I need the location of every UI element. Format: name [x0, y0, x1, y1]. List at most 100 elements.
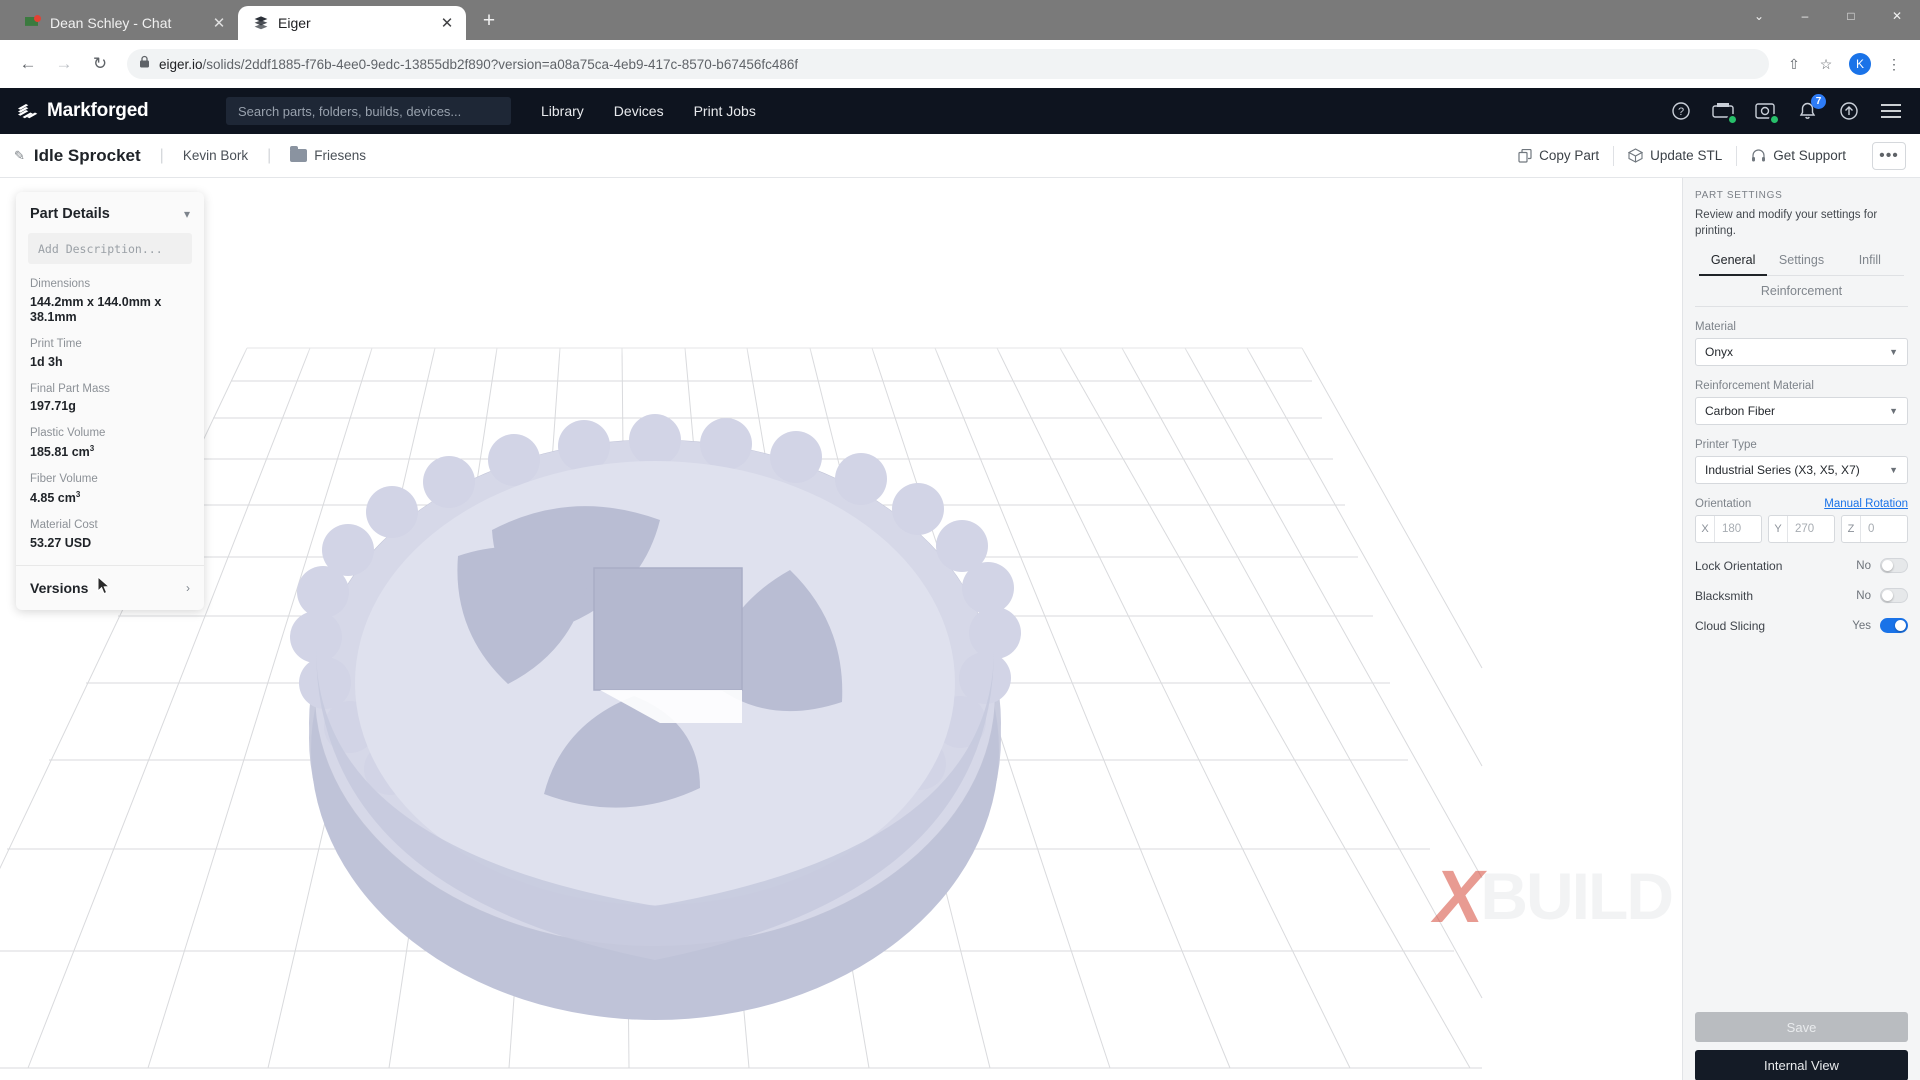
settings-footer: Save Internal View Print	[1683, 1012, 1920, 1080]
toggle-lock-orientation: Lock Orientation No	[1695, 558, 1908, 574]
share-icon[interactable]: ⇧	[1780, 50, 1808, 78]
tab-close-icon[interactable]: ✕	[438, 14, 456, 32]
metric-material-cost: Material Cost 53.27 USD	[30, 519, 190, 551]
get-support-button[interactable]: Get Support	[1737, 141, 1860, 171]
back-button[interactable]: ←	[12, 48, 44, 80]
reload-button[interactable]: ↻	[84, 48, 116, 80]
new-tab-button[interactable]: +	[472, 4, 506, 38]
printer-status-icon[interactable]	[1710, 98, 1738, 125]
settings-panel-title: PART SETTINGS	[1695, 190, 1783, 201]
close-window-button[interactable]: ✕	[1874, 0, 1920, 32]
description-field[interactable]: Add Description...	[28, 233, 192, 264]
tab-general[interactable]: General	[1699, 253, 1768, 277]
tab-close-icon[interactable]: ✕	[210, 14, 228, 32]
markforged-logo[interactable]: Markforged	[16, 100, 226, 122]
eiger-favicon	[252, 15, 269, 32]
folder-link[interactable]: Friesens	[290, 146, 367, 163]
bookmark-star-icon[interactable]: ☆	[1812, 50, 1840, 78]
chevron-down-icon[interactable]: ▾	[184, 207, 190, 221]
minimize-button[interactable]: –	[1782, 0, 1828, 32]
copy-icon	[1518, 148, 1532, 163]
printer-type-select[interactable]: Industrial Series (X3, X5, X7) ▼	[1695, 456, 1908, 485]
app-header: Markforged Library Devices Print Jobs ? …	[0, 88, 1920, 134]
more-options-button[interactable]: •••	[1872, 141, 1906, 170]
folder-name: Friesens	[314, 148, 367, 163]
headset-icon	[1751, 148, 1766, 163]
bell-icon[interactable]: 7	[1794, 94, 1826, 124]
chevron-right-icon[interactable]: ›	[186, 581, 190, 595]
hamburger-menu-icon[interactable]	[1878, 98, 1904, 124]
part-toolbar: ✎ Idle Sprocket | Kevin Bork | Friesens …	[0, 134, 1920, 178]
upload-icon[interactable]	[1836, 98, 1862, 124]
nav-item-library[interactable]: Library	[541, 103, 584, 119]
tab-settings[interactable]: Settings	[1767, 253, 1836, 277]
metric-fiber-volume: Fiber Volume 4.85 cm3	[30, 473, 190, 506]
header-actions: ? 7	[1668, 94, 1904, 125]
browser-tab-chat[interactable]: Dean Schley - Chat ✕	[10, 6, 238, 40]
search-input[interactable]	[238, 103, 499, 119]
orientation-y-input[interactable]: Y 270	[1768, 515, 1835, 544]
save-button[interactable]: Save	[1695, 1012, 1908, 1042]
field-label: Reinforcement Material	[1695, 380, 1814, 393]
metric-label: Material Cost	[30, 519, 98, 532]
part-details-panel: Part Details ▾ Add Description... Dimens…	[16, 192, 204, 611]
copy-part-button[interactable]: Copy Part	[1504, 141, 1613, 171]
manual-rotation-link[interactable]: Manual Rotation	[1824, 498, 1908, 510]
metric-value: 144.2mm x 144.0mm x 38.1mm	[30, 294, 162, 324]
extensions-chevron-icon[interactable]: ⌄	[1736, 0, 1782, 32]
blacksmith-switch[interactable]	[1880, 588, 1908, 604]
maximize-button[interactable]: □	[1828, 0, 1874, 32]
cube-icon	[1628, 148, 1644, 163]
metric-final-part-mass: Final Part Mass 197.71g	[30, 383, 190, 415]
toggle-label: Lock Orientation	[1695, 558, 1783, 573]
material-status-icon[interactable]	[1752, 98, 1780, 125]
tab-reinforcement[interactable]: Reinforcement	[1761, 284, 1842, 298]
field-printer-type: Printer Type Industrial Series (X3, X5, …	[1695, 439, 1908, 485]
breadcrumb-divider: |	[159, 146, 164, 164]
profile-avatar[interactable]: K	[1849, 53, 1871, 75]
tab-infill[interactable]: Infill	[1835, 253, 1904, 277]
description-placeholder: Add Description...	[38, 241, 163, 256]
chevron-down-icon: ▼	[1889, 347, 1898, 358]
toggle-label: Blacksmith	[1695, 588, 1754, 603]
nav-item-devices[interactable]: Devices	[614, 103, 664, 119]
part-details-header[interactable]: Part Details ▾	[16, 192, 204, 233]
axis-value: 180	[1722, 523, 1742, 536]
orientation-z-input[interactable]: Z 0	[1841, 515, 1908, 544]
metric-label: Dimensions	[30, 278, 91, 290]
metric-print-time: Print Time 1d 3h	[30, 338, 190, 370]
metric-value: 1d 3h	[30, 354, 63, 369]
metric-value: 53.27 USD	[30, 536, 92, 551]
global-search[interactable]	[226, 97, 511, 125]
address-bar[interactable]: eiger.io/solids/2ddf1885-f76b-4ee0-9edc-…	[127, 49, 1769, 79]
toggle-blacksmith: Blacksmith No	[1695, 588, 1908, 604]
toggle-cloud-slicing: Cloud Slicing Yes	[1695, 618, 1908, 634]
main-area: Part Details ▾ Add Description... Dimens…	[0, 178, 1920, 1080]
model-viewport[interactable]: Part Details ▾ Add Description... Dimens…	[0, 178, 1682, 1080]
cloud-slicing-switch[interactable]	[1880, 618, 1908, 634]
markforged-mark-icon	[16, 101, 39, 121]
status-indicator	[1727, 114, 1738, 125]
folder-icon	[290, 146, 308, 162]
browser-tab-eiger[interactable]: Eiger ✕	[238, 6, 466, 40]
orientation-x-input[interactable]: X 180	[1695, 515, 1762, 544]
forward-button[interactable]: →	[48, 48, 80, 80]
nav-item-print-jobs[interactable]: Print Jobs	[694, 103, 756, 119]
metric-label: Fiber Volume	[30, 473, 98, 486]
edit-pencil-icon[interactable]: ✎	[14, 148, 25, 164]
part-settings-panel: PART SETTINGS Review and modify your set…	[1682, 178, 1920, 1080]
help-icon[interactable]: ?	[1668, 98, 1694, 124]
internal-view-button[interactable]: Internal View	[1695, 1050, 1908, 1080]
select-value: Industrial Series (X3, X5, X7)	[1705, 463, 1860, 478]
lock-orientation-switch[interactable]	[1880, 558, 1908, 574]
action-label: Get Support	[1773, 148, 1846, 163]
reinforcement-material-select[interactable]: Carbon Fiber ▼	[1695, 397, 1908, 426]
browser-menu-icon[interactable]: ⋮	[1880, 50, 1908, 78]
field-label: Material	[1695, 321, 1736, 334]
axis-key: Y	[1769, 516, 1788, 543]
metric-dimensions: Dimensions 144.2mm x 144.0mm x 38.1mm	[30, 278, 190, 325]
update-stl-button[interactable]: Update STL	[1614, 141, 1736, 171]
material-select[interactable]: Onyx ▼	[1695, 338, 1908, 367]
field-label: Printer Type	[1695, 439, 1757, 452]
tab-strip: Dean Schley - Chat ✕ Eiger ✕ + ⌄ – □ ✕	[0, 0, 1920, 40]
